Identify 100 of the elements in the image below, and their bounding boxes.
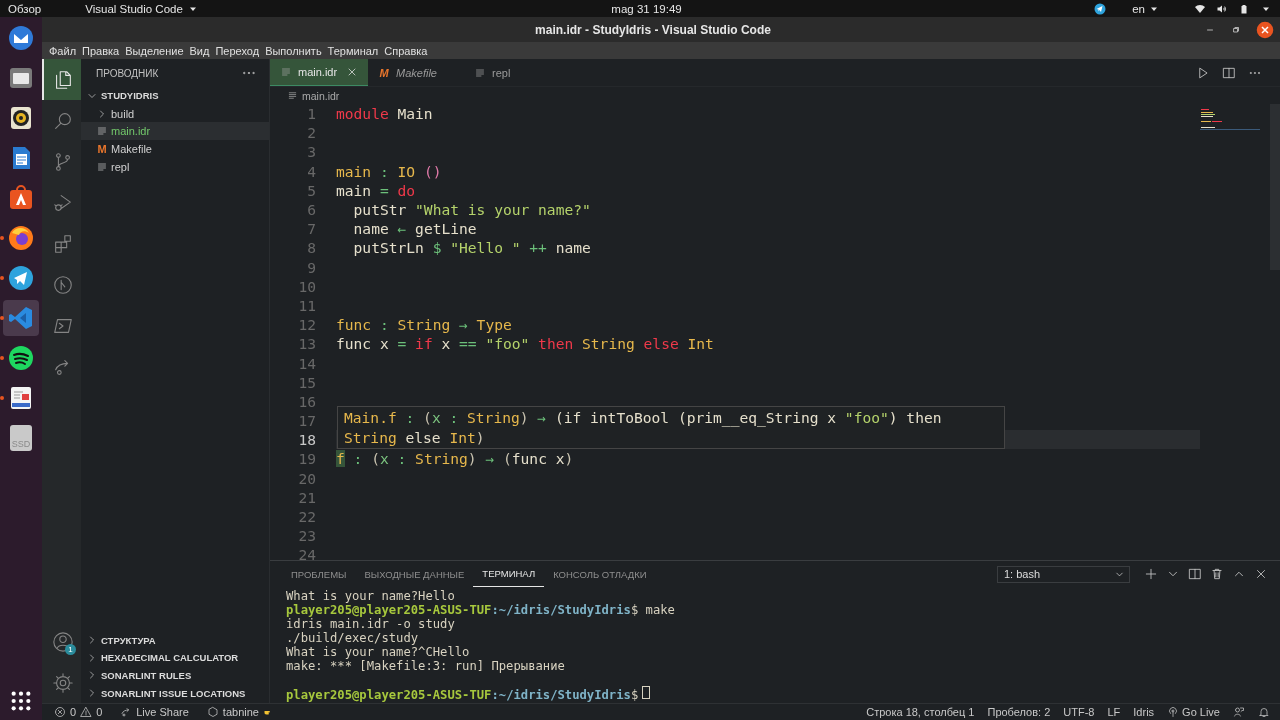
panel-tab[interactable]: ТЕРМИНАЛ bbox=[473, 561, 545, 587]
terminal-dropdown[interactable]: 1: bash bbox=[997, 565, 1130, 583]
line-number: 7 bbox=[306, 220, 317, 238]
code-line: putStr "What is your name?" bbox=[352, 199, 592, 220]
file-name[interactable]: main.idr bbox=[111, 125, 151, 138]
feedback-icon[interactable] bbox=[1233, 706, 1245, 718]
line-number: 8 bbox=[306, 239, 317, 257]
section-header[interactable]: HEXADECIMAL CALCULATOR bbox=[101, 652, 239, 664]
editor-tab[interactable]: main.idr bbox=[270, 59, 368, 86]
line-number: 14 bbox=[297, 354, 317, 372]
minimap-drawing[interactable] bbox=[1200, 108, 1260, 132]
code-line: name ← getLine bbox=[352, 219, 478, 239]
menu-item[interactable]: Вид bbox=[186, 44, 213, 57]
file-name[interactable]: Makefile bbox=[111, 142, 152, 155]
clock[interactable]: mag 31 19:49 bbox=[611, 2, 682, 15]
file-icon bbox=[287, 90, 298, 101]
file-icon bbox=[280, 66, 292, 78]
file-row[interactable]: main.idr bbox=[81, 122, 269, 141]
code-line: func x = if x == "foo" then String else Int bbox=[336, 334, 715, 354]
line-number: 13 bbox=[297, 335, 317, 353]
live-share-status[interactable]: Live Share bbox=[136, 706, 189, 718]
line-number: 5 bbox=[306, 181, 317, 199]
file-icon bbox=[474, 66, 486, 79]
section-header[interactable]: SONARLINT ISSUE LOCATIONS bbox=[101, 687, 246, 699]
menu-item[interactable]: Выделение bbox=[122, 44, 187, 57]
apps-grid-icon[interactable] bbox=[10, 690, 32, 712]
line-ending[interactable]: LF bbox=[1107, 706, 1121, 718]
split-terminal-icon[interactable] bbox=[1188, 567, 1202, 581]
activity-button[interactable] bbox=[42, 59, 81, 100]
line-number: 18 bbox=[297, 431, 317, 449]
language-mode[interactable]: Idris bbox=[1133, 706, 1155, 718]
section-header[interactable]: СТРУКТУРА bbox=[101, 634, 156, 646]
menu-item[interactable]: Правка bbox=[79, 44, 123, 57]
menu-item[interactable]: Файл bbox=[46, 44, 80, 57]
indentation[interactable]: Пробелов: 2 bbox=[987, 706, 1051, 718]
error-icon[interactable] bbox=[54, 706, 66, 718]
split-editor-icon[interactable] bbox=[1222, 65, 1236, 80]
makefile-icon: M bbox=[96, 142, 108, 155]
error-count[interactable]: 0 bbox=[70, 706, 77, 718]
terminal-line: ./build/exec/study bbox=[286, 631, 419, 645]
line-number: 16 bbox=[297, 392, 317, 410]
broadcast-icon[interactable] bbox=[1167, 706, 1180, 718]
line-number: 24 bbox=[297, 546, 317, 560]
bell-icon[interactable] bbox=[1258, 706, 1270, 718]
cursor-position[interactable]: Строка 18, столбец 1 bbox=[866, 706, 975, 718]
section-header[interactable]: SONARLINT RULES bbox=[101, 669, 192, 681]
panel-tab[interactable]: ВЫХОДНЫЕ ДАННЫЕ bbox=[355, 561, 474, 587]
close-icon[interactable] bbox=[1256, 20, 1274, 39]
running-indicator bbox=[0, 276, 4, 280]
code-line: main : IO () bbox=[336, 161, 443, 181]
line-number: 17 bbox=[297, 412, 317, 430]
file-row[interactable]: M Makefile bbox=[81, 140, 269, 158]
terminal-line: idris main.idr -o study bbox=[286, 617, 455, 631]
close-icon[interactable] bbox=[1254, 567, 1268, 581]
plus-icon[interactable] bbox=[1144, 567, 1158, 581]
folder-name[interactable]: build bbox=[111, 107, 135, 120]
run-icon[interactable] bbox=[1196, 65, 1210, 80]
file-row[interactable]: build bbox=[81, 104, 269, 123]
paper-plane-icon[interactable] bbox=[1094, 2, 1107, 15]
makefile-icon: M bbox=[378, 66, 390, 79]
line-number: 23 bbox=[297, 527, 317, 545]
line-number: 9 bbox=[306, 258, 317, 276]
code-line: func : String → Type bbox=[336, 315, 513, 335]
warning-count[interactable]: 0 bbox=[96, 706, 103, 718]
file-icon bbox=[96, 125, 108, 138]
menu-item[interactable]: Переход bbox=[212, 44, 263, 57]
file-name[interactable]: repl bbox=[111, 160, 130, 173]
menu-item[interactable]: Справка bbox=[381, 44, 431, 57]
warning-icon[interactable] bbox=[80, 706, 93, 718]
panel-tab[interactable]: КОНСОЛЬ ОТЛАДКИ bbox=[544, 561, 656, 587]
code-line: main = do bbox=[336, 180, 417, 200]
editor-tab[interactable]: repl bbox=[464, 59, 560, 86]
app-menu[interactable]: Visual Studio Code bbox=[85, 2, 183, 15]
menu-item[interactable]: Терминал bbox=[324, 44, 382, 57]
go-live-button[interactable]: Go Live bbox=[1182, 706, 1220, 718]
trash-icon[interactable] bbox=[1210, 567, 1224, 581]
code-line: putStrLn $ "Hello " ++ name bbox=[352, 238, 592, 258]
panel-tab[interactable]: ПРОБЛЕМЫ bbox=[282, 561, 356, 587]
line-number: 10 bbox=[297, 277, 317, 295]
terminal-line: player205@player205-ASUS-TUF:~/idris/StudyIdris$ bbox=[286, 686, 651, 702]
file-row[interactable]: repl bbox=[81, 157, 269, 176]
menu-item[interactable]: Выполнить bbox=[262, 44, 325, 57]
encoding[interactable]: UTF-8 bbox=[1063, 706, 1095, 718]
settings-icon[interactable] bbox=[51, 671, 74, 694]
line-number: 12 bbox=[297, 316, 317, 334]
line-number: 11 bbox=[297, 296, 317, 314]
code-line: f : (x : String) → (func x) bbox=[336, 449, 575, 469]
hexagon-icon[interactable] bbox=[206, 706, 219, 718]
running-indicator bbox=[0, 316, 4, 320]
folder-name[interactable]: STUDYIDRIS bbox=[101, 90, 159, 102]
language-indicator[interactable]: en bbox=[1132, 2, 1145, 15]
breadcrumb[interactable]: main.idr bbox=[302, 89, 340, 102]
wifi-icon[interactable] bbox=[1194, 2, 1206, 15]
account-icon[interactable] bbox=[51, 630, 74, 653]
code-line: module Main bbox=[336, 104, 434, 124]
activities-button[interactable]: Обзор bbox=[8, 2, 42, 15]
line-number: 20 bbox=[297, 469, 317, 487]
terminal-line: player205@player205-ASUS-TUF:~/idris/StudyIdris$ make bbox=[286, 603, 675, 617]
editor-tab[interactable]: M Makefile bbox=[368, 59, 464, 86]
tabnine-status[interactable]: tabnine bbox=[222, 706, 259, 718]
